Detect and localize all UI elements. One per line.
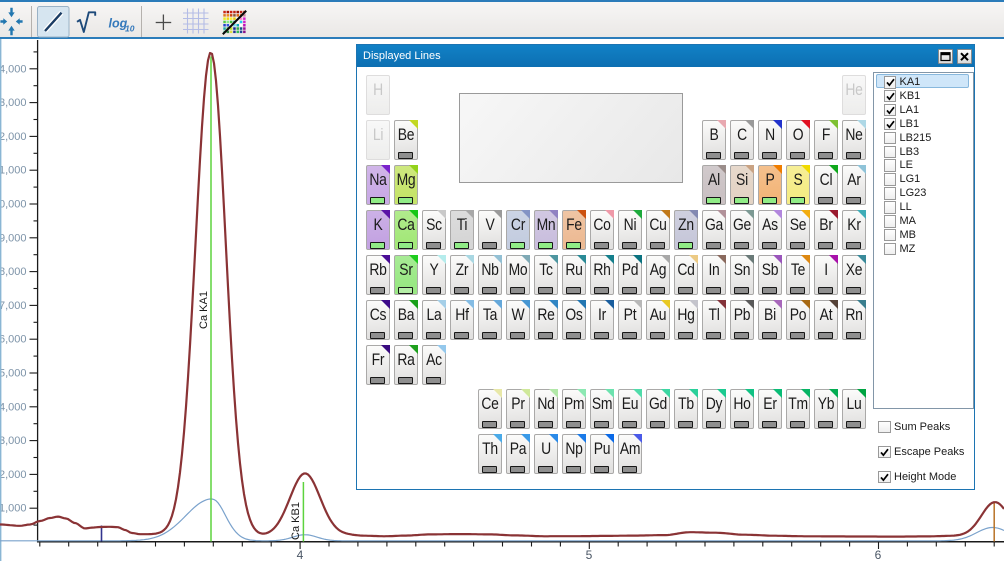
svg-text:4: 4 [297,548,304,561]
svg-text:6,000: 6,000 [0,334,27,346]
svg-text:7,000: 7,000 [0,300,27,312]
svg-text:5,000: 5,000 [0,368,27,380]
svg-text:1,000: 1,000 [0,503,27,515]
svg-text:2,000: 2,000 [0,469,27,481]
svg-text:10: 10 [125,24,135,34]
svg-text:13,000: 13,000 [0,97,27,109]
svg-text:9,000: 9,000 [0,232,27,244]
svg-text:Ca KA1: Ca KA1 [198,291,210,329]
svg-text:3,000: 3,000 [0,435,27,447]
svg-text:5: 5 [586,548,593,561]
svg-text:8,000: 8,000 [0,266,27,278]
svg-text:12,000: 12,000 [0,131,27,143]
svg-text:10,000: 10,000 [0,199,27,211]
svg-text:6: 6 [875,548,882,561]
svg-text:11,000: 11,000 [0,165,27,177]
svg-text:4,000: 4,000 [0,401,27,413]
svg-text:14,000: 14,000 [0,63,27,75]
svg-text:Ca KB1: Ca KB1 [290,502,302,540]
